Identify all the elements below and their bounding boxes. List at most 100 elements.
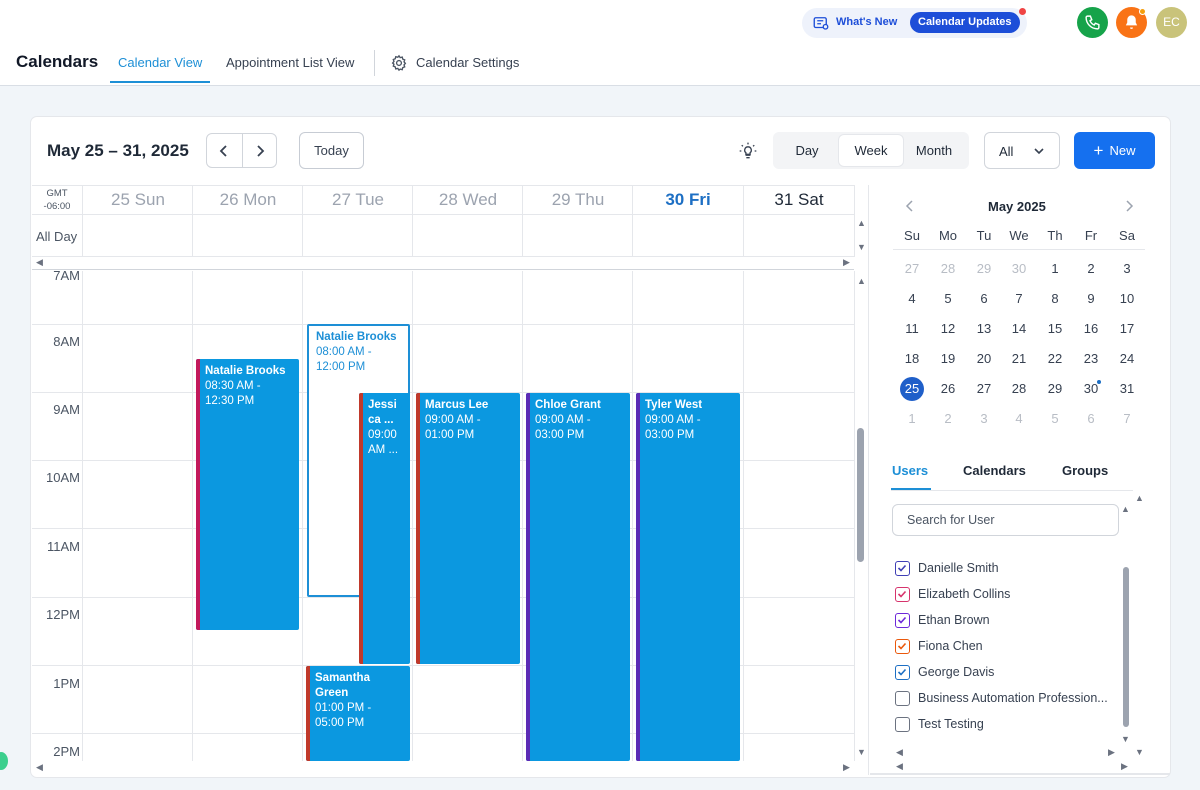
view-week-button[interactable]: Week — [839, 135, 903, 166]
tab-calendar-view[interactable]: Calendar View — [118, 55, 202, 70]
mini-calendar-day[interactable]: 29 — [970, 257, 998, 281]
list-scroll-right[interactable]: ▶ — [1108, 748, 1115, 757]
mini-calendar-day[interactable]: 24 — [1113, 347, 1141, 371]
user-checkbox[interactable] — [895, 613, 910, 628]
whats-new-banner[interactable]: What's New Calendar Updates — [802, 8, 1027, 38]
day-header-thu[interactable]: 29 Thu — [523, 190, 633, 210]
mini-calendar-day[interactable]: 17 — [1113, 317, 1141, 341]
tab-calendar-settings[interactable]: Calendar Settings — [416, 55, 519, 70]
user-checkbox[interactable] — [895, 717, 910, 732]
day-header-mon[interactable]: 26 Mon — [193, 190, 303, 210]
view-month-button[interactable]: Month — [905, 135, 963, 166]
allday-scroll-down[interactable]: ▼ — [857, 243, 866, 252]
mini-calendar-day[interactable]: 4 — [1005, 407, 1033, 431]
day-header-wed[interactable]: 28 Wed — [413, 190, 523, 210]
user-search-input[interactable]: Search for User — [892, 504, 1119, 536]
panel-scroll-up[interactable]: ▲ — [1135, 494, 1144, 503]
mini-calendar-day[interactable]: 26 — [934, 377, 962, 401]
mini-calendar-day[interactable]: 15 — [1041, 317, 1069, 341]
panel-tab-calendars[interactable]: Calendars — [963, 463, 1026, 478]
filter-select[interactable]: All — [984, 132, 1060, 169]
user-checkbox[interactable] — [895, 587, 910, 602]
event-tyler-west-fri[interactable]: Tyler West 09:00 AM - 03:00 PM — [636, 393, 740, 761]
mini-calendar-day[interactable]: 2 — [1077, 257, 1105, 281]
gear-icon[interactable] — [390, 54, 408, 72]
panel-scroll-down[interactable]: ▼ — [1135, 748, 1144, 757]
lightbulb-icon[interactable] — [738, 140, 758, 162]
panel-tab-groups[interactable]: Groups — [1062, 463, 1108, 478]
mini-calendar-day[interactable]: 23 — [1077, 347, 1105, 371]
user-checkbox[interactable] — [895, 665, 910, 680]
mini-calendar-day[interactable]: 2 — [934, 407, 962, 431]
user-list-scrollbar[interactable] — [1123, 567, 1129, 727]
mini-calendar-day[interactable]: 22 — [1041, 347, 1069, 371]
allday-scroll-left[interactable]: ◀ — [36, 258, 43, 267]
mini-calendar-day[interactable]: 28 — [934, 257, 962, 281]
mini-calendar-day[interactable]: 6 — [1077, 407, 1105, 431]
grid-scroll-up[interactable]: ▲ — [857, 277, 866, 286]
mini-calendar-day[interactable]: 9 — [1077, 287, 1105, 311]
panel-scroll-left[interactable]: ◀ — [896, 762, 903, 771]
mini-calendar-day[interactable]: 14 — [1005, 317, 1033, 341]
tab-appointment-list-view[interactable]: Appointment List View — [226, 55, 354, 70]
mini-calendar-day[interactable]: 11 — [898, 317, 926, 341]
user-checkbox[interactable] — [895, 691, 910, 706]
support-chat-dot[interactable] — [0, 752, 8, 770]
list-scroll-up[interactable]: ▲ — [1121, 505, 1130, 514]
mini-calendar-day[interactable]: 5 — [1041, 407, 1069, 431]
mini-calendar-day[interactable]: 1 — [1041, 257, 1069, 281]
mini-prev-month-button[interactable] — [905, 199, 915, 216]
panel-scroll-right[interactable]: ▶ — [1121, 762, 1128, 771]
view-day-button[interactable]: Day — [779, 135, 835, 166]
mini-calendar-day[interactable]: 19 — [934, 347, 962, 371]
mini-calendar-day[interactable]: 5 — [934, 287, 962, 311]
mini-calendar-day[interactable]: 30 — [1005, 257, 1033, 281]
mini-calendar-day[interactable]: 18 — [898, 347, 926, 371]
mini-calendar-day[interactable]: 6 — [970, 287, 998, 311]
today-button[interactable]: Today — [299, 132, 364, 169]
mini-calendar-day[interactable]: 1 — [898, 407, 926, 431]
grid-scroll-down[interactable]: ▼ — [857, 748, 866, 757]
day-header-sat[interactable]: 31 Sat — [744, 190, 854, 210]
event-marcus-lee-wed[interactable]: Marcus Lee 09:00 AM - 01:00 PM — [416, 393, 520, 664]
mini-calendar-day[interactable]: 3 — [1113, 257, 1141, 281]
phone-button[interactable] — [1077, 7, 1108, 38]
mini-calendar-day[interactable]: 28 — [1005, 377, 1033, 401]
mini-calendar-day[interactable]: 20 — [970, 347, 998, 371]
grid-scroll-right[interactable]: ▶ — [843, 763, 850, 772]
mini-calendar-day[interactable]: 21 — [1005, 347, 1033, 371]
event-chloe-grant-thu[interactable]: Chloe Grant 09:00 AM - 03:00 PM — [526, 393, 630, 761]
mini-calendar-day[interactable]: 4 — [898, 287, 926, 311]
mini-calendar-day[interactable]: 27 — [898, 257, 926, 281]
mini-next-month-button[interactable] — [1124, 199, 1134, 216]
mini-calendar-day[interactable]: 16 — [1077, 317, 1105, 341]
mini-calendar-day[interactable]: 7 — [1113, 407, 1141, 431]
event-samantha-green-tue[interactable]: Samantha Green 01:00 PM - 05:00 PM — [306, 666, 410, 761]
list-scroll-left[interactable]: ◀ — [896, 748, 903, 757]
mini-calendar-day[interactable]: 8 — [1041, 287, 1069, 311]
mini-calendar-day[interactable]: 7 — [1005, 287, 1033, 311]
mini-calendar-day[interactable]: 3 — [970, 407, 998, 431]
allday-scroll-up[interactable]: ▲ — [857, 219, 866, 228]
day-header-fri[interactable]: 30 Fri — [633, 190, 743, 210]
mini-calendar-day[interactable]: 25 — [900, 377, 924, 401]
list-scroll-down[interactable]: ▼ — [1121, 735, 1130, 744]
prev-week-button[interactable] — [207, 134, 242, 167]
mini-calendar-day[interactable]: 29 — [1041, 377, 1069, 401]
calendar-updates-pill[interactable]: Calendar Updates — [910, 12, 1020, 33]
event-jessica-tue[interactable]: Jessi ca ... 09:00 AM ... — [359, 393, 410, 664]
day-header-tue[interactable]: 27 Tue — [303, 190, 413, 210]
panel-tab-users[interactable]: Users — [892, 463, 928, 478]
mini-calendar-day[interactable]: 27 — [970, 377, 998, 401]
user-checkbox[interactable] — [895, 561, 910, 576]
grid-vertical-scrollbar[interactable] — [857, 428, 864, 562]
event-natalie-brooks-mon[interactable]: Natalie Brooks 08:30 AM - 12:30 PM — [196, 359, 299, 630]
allday-scroll-right[interactable]: ▶ — [843, 258, 850, 267]
user-checkbox[interactable] — [895, 639, 910, 654]
grid-scroll-left[interactable]: ◀ — [36, 763, 43, 772]
mini-calendar-day[interactable]: 10 — [1113, 287, 1141, 311]
avatar[interactable]: EC — [1156, 7, 1187, 38]
mini-calendar-day[interactable]: 31 — [1113, 377, 1141, 401]
mini-calendar-day[interactable]: 12 — [934, 317, 962, 341]
day-header-sun[interactable]: 25 Sun — [83, 190, 193, 210]
